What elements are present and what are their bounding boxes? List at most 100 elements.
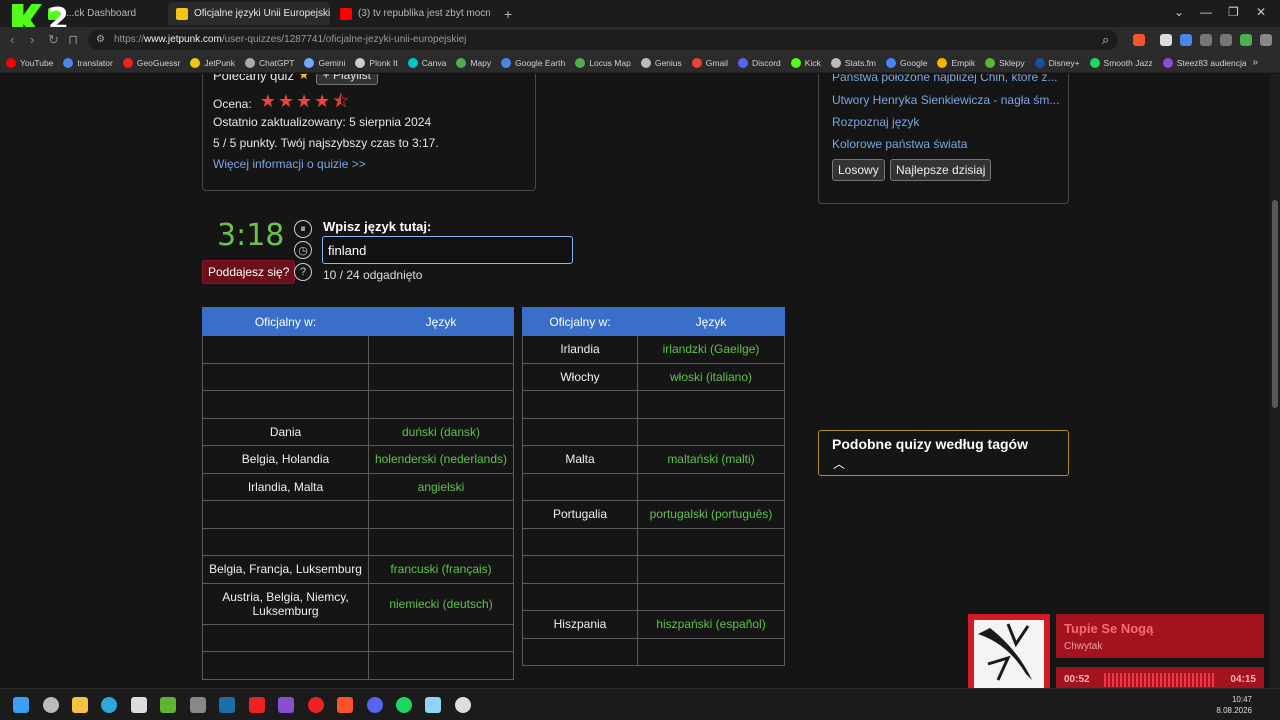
puzzle-extension-icon[interactable] — [1240, 34, 1252, 46]
downloads-icon[interactable] — [1220, 34, 1232, 46]
app-white-icon[interactable] — [455, 697, 471, 713]
extension-icon[interactable] — [1160, 34, 1172, 46]
clock-time: 10:47 — [1231, 695, 1252, 704]
tab-jetpunk-quiz[interactable]: Oficjalne języki Unii Europejskiej ✕ — [168, 2, 330, 25]
brave-icon[interactable] — [337, 697, 353, 713]
country-cell — [522, 637, 638, 666]
windows-start-icon[interactable] — [13, 697, 29, 713]
steam-icon[interactable] — [219, 697, 235, 713]
settings-icon[interactable] — [43, 697, 59, 713]
bookmark-item[interactable]: JetPunk — [190, 57, 235, 68]
language-cell — [637, 555, 785, 584]
bookmark-item[interactable]: Gmail — [691, 57, 728, 68]
youtube-favicon-icon — [340, 7, 352, 20]
discord-icon[interactable] — [367, 697, 383, 713]
forward-icon[interactable]: › — [30, 32, 34, 47]
scrollbar-thumb[interactable] — [1272, 200, 1278, 408]
url-field[interactable]: ⚙ https://www.jetpunk.com/user-quizzes/1… — [88, 30, 1118, 50]
minecraft-icon[interactable] — [160, 697, 176, 713]
bookmark-item[interactable]: YouTube — [6, 57, 53, 68]
spotify-icon[interactable] — [396, 697, 412, 713]
bookmark-item[interactable]: Discord — [737, 57, 781, 68]
tab-youtube[interactable]: (3) tv republika jest zbyt mocna - You..… — [332, 2, 490, 25]
notepad-icon[interactable] — [425, 697, 441, 713]
bookmark-item[interactable]: Google — [886, 57, 927, 68]
bookmark-favicon-icon — [122, 57, 133, 68]
random-quiz-button[interactable]: Losowy — [832, 159, 885, 181]
bookmark-favicon-icon — [501, 57, 512, 68]
add-playlist-button[interactable]: + Playlist — [315, 74, 378, 85]
maximize-icon[interactable]: ❐ — [1228, 5, 1239, 19]
bookmark-favicon-icon — [1089, 57, 1100, 68]
site-info-icon[interactable]: ⚙ — [96, 34, 105, 45]
bookmark-item[interactable]: Gemini — [304, 57, 345, 68]
bookmark-item[interactable]: GeoGuessr — [122, 57, 180, 68]
menu-icon[interactable] — [1260, 34, 1272, 46]
brave-shield-icon[interactable] — [1133, 34, 1145, 46]
related-quiz-link[interactable]: Utwory Henryka Sienkiewicza - nagła śm..… — [832, 93, 1059, 107]
url-path: /user-quizzes/1287741/oficjalne-jezyki-u… — [221, 34, 467, 45]
bookmark-item[interactable]: Sklepy — [985, 57, 1025, 68]
bookmark-item[interactable]: Stats.fm — [830, 57, 876, 68]
tab-list-icon[interactable]: ⌄ — [1174, 5, 1184, 19]
bookmark-item[interactable]: Disney+ — [1034, 57, 1080, 68]
app-red-icon[interactable] — [249, 697, 265, 713]
page-scrollbar[interactable] — [1270, 74, 1280, 688]
bookmark-favicon-icon — [407, 57, 418, 68]
related-quiz-link[interactable]: Kolorowe państwa świata — [832, 137, 967, 151]
back-icon[interactable]: ‹ — [10, 32, 14, 47]
best-today-button[interactable]: Najlepsze dzisiaj — [890, 159, 992, 181]
twitch-icon[interactable] — [278, 697, 294, 713]
language-cell — [637, 582, 785, 611]
country-cell: Irlandia, Malta — [202, 472, 369, 501]
app-icon[interactable] — [190, 697, 206, 713]
bookmark-item[interactable]: Canva — [407, 57, 446, 68]
edge-icon[interactable] — [101, 697, 117, 713]
file-explorer-icon[interactable] — [72, 697, 88, 713]
translate-extension-icon[interactable] — [1180, 34, 1192, 46]
system-clock[interactable]: 10:47 8.08.2026 — [1204, 694, 1252, 716]
capcut-icon[interactable] — [131, 697, 147, 713]
bookmark-item[interactable]: Plonk It — [355, 57, 398, 68]
help-icon[interactable]: ? — [294, 263, 312, 281]
country-cell — [202, 500, 369, 529]
related-quiz-link[interactable]: Państwa położone najbliżej Chin, które z… — [832, 74, 1057, 84]
more-info-link[interactable]: Więcej informacji o quizie >> — [213, 157, 366, 171]
table-row — [202, 500, 514, 529]
language-cell — [637, 527, 785, 556]
new-tab-button[interactable]: + — [496, 2, 516, 25]
bookmark-item[interactable]: ChatGPT — [245, 57, 294, 68]
chevron-up-icon[interactable]: ︿ — [833, 455, 845, 472]
bookmark-page-icon[interactable]: ⊓ — [68, 32, 78, 48]
bookmark-item[interactable]: Genius — [640, 57, 682, 68]
more-bookmarks-icon[interactable]: » — [1252, 57, 1258, 68]
jetpunk-favicon-icon — [176, 7, 188, 20]
table-row — [522, 637, 785, 666]
similar-by-tags-box[interactable]: Podobne quizy według tagów ︿ — [818, 430, 1069, 476]
clock-date: 8.08.2026 — [1216, 706, 1252, 715]
bookmark-item[interactable]: Steez83 audiencja — [1162, 57, 1247, 68]
give-up-button[interactable]: Poddajesz się? — [202, 260, 296, 284]
bookmark-item[interactable]: Locus Map — [575, 57, 631, 68]
clock-icon[interactable]: ◷ — [294, 241, 312, 259]
minimize-icon[interactable]: — — [1200, 5, 1212, 19]
language-cell — [368, 651, 514, 680]
bookmark-favicon-icon — [190, 57, 201, 68]
bookmark-item[interactable]: Kick — [790, 57, 821, 68]
zoom-icon[interactable]: ⌕ — [1102, 32, 1109, 48]
bookmark-item[interactable]: Empik — [937, 57, 975, 68]
pause-icon[interactable]: ⏸ — [294, 220, 312, 238]
close-window-icon[interactable]: ✕ — [1256, 5, 1266, 19]
app-red-round-icon[interactable] — [308, 697, 324, 713]
volume-extension-icon[interactable] — [1200, 34, 1212, 46]
bookmark-item[interactable]: translator — [63, 57, 113, 68]
country-cell — [522, 417, 638, 446]
bookmark-item[interactable]: Mapy — [456, 57, 491, 68]
bookmark-item[interactable]: Smooth Jazz — [1089, 57, 1153, 68]
last-updated: Ostatnio zaktualizowany: 5 sierpnia 2024 — [213, 115, 432, 129]
answer-input[interactable] — [322, 236, 573, 264]
bookmark-item[interactable]: Google Earth — [501, 57, 565, 68]
reload-icon[interactable]: ↻ — [48, 32, 59, 48]
bookmark-label: Locus Map — [589, 57, 631, 68]
related-quiz-link[interactable]: Rozpoznaj język — [832, 115, 919, 129]
